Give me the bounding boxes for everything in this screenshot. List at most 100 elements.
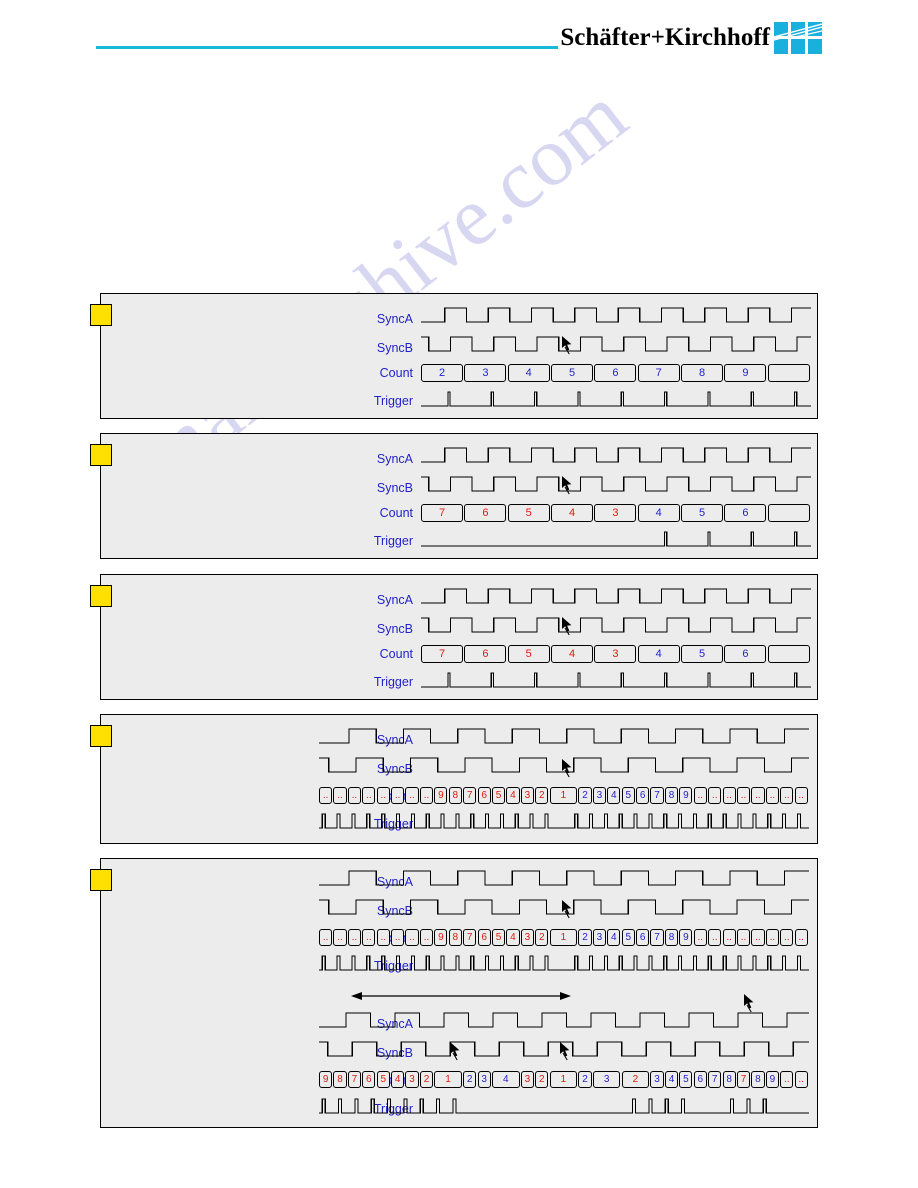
row-label-synca: SyncA: [376, 452, 413, 466]
brand-title: Schäfter+Kirchhoff: [560, 24, 770, 51]
count-segment: 5: [681, 504, 724, 522]
count-segment: 1: [549, 1071, 578, 1088]
trigger-waveform: [421, 530, 811, 548]
count-segment: 6: [477, 929, 491, 946]
timing-panel-3: SyncA SyncB Count Trigger 7 6 5 4 3 4 5 6: [90, 574, 818, 700]
count-segment: ..: [333, 929, 347, 946]
count-segment: 2: [463, 1071, 477, 1088]
count-segment: ..: [751, 929, 765, 946]
count-segment: 9: [765, 1071, 779, 1088]
count-segment: ..: [780, 1071, 794, 1088]
count-segment: 5: [376, 1071, 390, 1088]
count-segment: 7: [421, 504, 464, 522]
count-segment: ..: [693, 787, 707, 804]
syncA-waveform-lower: [319, 1011, 809, 1029]
count-segment: 5: [621, 787, 635, 804]
count-segment: 8: [681, 364, 724, 382]
panel-marker-2: [90, 444, 112, 466]
row-label-syncb: SyncB: [376, 622, 413, 636]
count-segment: 6: [464, 645, 507, 663]
count-segment: ..: [751, 787, 765, 804]
count-segment: ..: [708, 929, 722, 946]
count-segment: 3: [650, 1071, 664, 1088]
mouse-cursor-icon: [559, 1041, 573, 1061]
count-segment: ..: [362, 787, 376, 804]
count-segment: 6: [362, 1071, 376, 1088]
row-label-count: Count: [379, 366, 413, 380]
panel-marker-4: [90, 725, 112, 747]
mouse-cursor-icon: [561, 616, 575, 636]
count-segment: 7: [421, 645, 464, 663]
count-segment: 6: [636, 929, 650, 946]
count-segment: ..: [347, 929, 362, 946]
count-segment: 8: [333, 1071, 347, 1088]
count-segment: 8: [448, 929, 462, 946]
count-segment: 3: [520, 1071, 534, 1088]
count-segment: ..: [376, 787, 390, 804]
count-segment: ..: [419, 787, 434, 804]
count-segment: 7: [736, 1071, 751, 1088]
count-segment: ..: [347, 787, 362, 804]
count-segment: ..: [780, 929, 794, 946]
count-segment: 8: [664, 929, 679, 946]
count-segment: 6: [594, 364, 637, 382]
mouse-cursor-icon: [561, 899, 575, 919]
count-segment: ..: [376, 929, 390, 946]
count-segment: 5: [681, 645, 724, 663]
count-segment: 5: [679, 1071, 693, 1088]
trigger-waveform: [421, 671, 811, 689]
count-segment: [767, 364, 810, 382]
count-segment: [767, 504, 810, 522]
count-segment: 6: [724, 645, 767, 663]
count-segment: ..: [794, 929, 808, 946]
row-label-count: Count: [379, 647, 413, 661]
syncA-waveform: [421, 587, 811, 605]
count-segment: 4: [664, 1071, 679, 1088]
count-segment: [767, 645, 810, 663]
count-segment: 4: [551, 504, 594, 522]
count-segment: ..: [722, 787, 736, 804]
syncA-waveform: [319, 727, 809, 745]
count-segment: ..: [319, 929, 333, 946]
mouse-cursor-icon: [561, 758, 575, 778]
count-segment: ..: [780, 787, 794, 804]
syncB-waveform: [421, 335, 811, 353]
count-segment: 2: [578, 787, 592, 804]
count-segment: 4: [506, 787, 520, 804]
count-row: 76543456: [421, 504, 811, 522]
count-segment: 2: [578, 929, 592, 946]
count-segment: ..: [736, 787, 751, 804]
count-segment: 4: [607, 787, 621, 804]
count-segment: 2: [535, 929, 549, 946]
syncB-waveform: [421, 616, 811, 634]
count-segment: ..: [794, 787, 808, 804]
count-segment: 3: [592, 1071, 621, 1088]
count-segment: 2: [578, 1071, 592, 1088]
count-segment: 1: [434, 1071, 462, 1088]
row-label-trigger: Trigger: [373, 675, 413, 689]
count-row: 76543456: [421, 645, 811, 663]
count-segment: 9: [679, 787, 693, 804]
count-segment: 4: [491, 1071, 520, 1088]
trigger-waveform-lower: [319, 1097, 809, 1115]
timing-panel-4: SyncASyncBCountTrigger................98…: [90, 714, 818, 844]
panel-marker-1: [90, 304, 112, 326]
range-arrow-annotation: [351, 989, 571, 1008]
count-segment: ..: [391, 929, 405, 946]
count-segment: 2: [535, 1071, 549, 1088]
trigger-waveform: [319, 812, 809, 830]
row-label-trigger: Trigger: [373, 394, 413, 408]
count-segment: 4: [551, 645, 594, 663]
count-segment: 6: [477, 787, 491, 804]
count-segment: 4: [507, 364, 550, 382]
count-segment: 2: [421, 364, 464, 382]
row-label-syncb: SyncB: [376, 341, 413, 355]
count-segment: 7: [650, 929, 664, 946]
row-label-trigger: Trigger: [373, 534, 413, 548]
trigger-waveform-upper: [319, 954, 809, 972]
row-label-count: Count: [379, 506, 413, 520]
timing-panel-1: SyncA SyncB Count Trigger 2 3 4 5 6 7 8 9: [90, 293, 818, 419]
count-segment: 9: [724, 364, 767, 382]
count-segment: 4: [391, 1071, 405, 1088]
count-segment: ..: [405, 929, 419, 946]
